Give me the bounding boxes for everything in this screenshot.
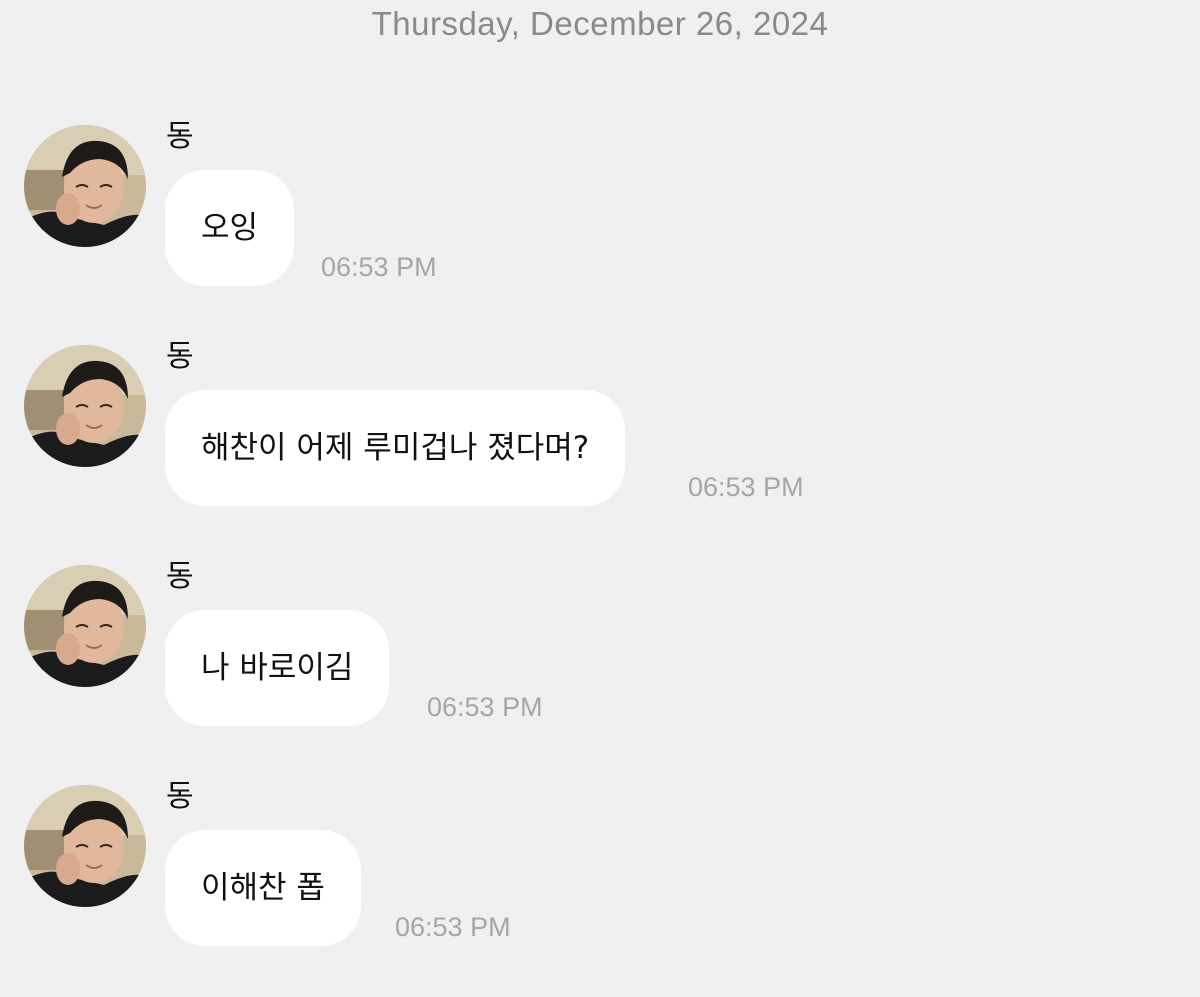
sender-name: 동 xyxy=(166,119,194,154)
message-timestamp: 06:53 PM xyxy=(321,252,437,282)
sender-name: 동 xyxy=(166,559,194,594)
avatar[interactable] xyxy=(24,125,146,247)
message-timestamp: 06:53 PM xyxy=(427,692,543,722)
message-row: 동 나 바로이김 06:53 PM xyxy=(0,560,1200,760)
message-bubble[interactable]: 나 바로이김 xyxy=(165,610,390,726)
date-header: Thursday, December 26, 2024 xyxy=(371,5,829,42)
sender-name: 동 xyxy=(166,779,194,814)
avatar[interactable] xyxy=(24,785,146,907)
avatar[interactable] xyxy=(24,345,146,467)
message-row: 동 이해찬 폽 06:53 PM xyxy=(0,780,1200,980)
message-timestamp: 06:53 PM xyxy=(395,912,511,942)
chat-view: Thursday, December 26, 2024 동 오잉 06:53 P… xyxy=(0,0,1200,997)
message-timestamp: 06:53 PM xyxy=(688,472,804,502)
message-row: 동 해찬이 어제 루미겁나 졌다며? 06:53 PM xyxy=(0,340,1200,540)
message-bubble[interactable]: 오잉 xyxy=(165,170,295,286)
sender-name: 동 xyxy=(166,339,194,374)
message-bubble[interactable]: 이해찬 폽 xyxy=(165,830,361,946)
message-row: 동 오잉 06:53 PM xyxy=(0,120,1200,320)
message-bubble[interactable]: 해찬이 어제 루미겁나 졌다며? xyxy=(165,390,626,506)
avatar[interactable] xyxy=(24,565,146,687)
